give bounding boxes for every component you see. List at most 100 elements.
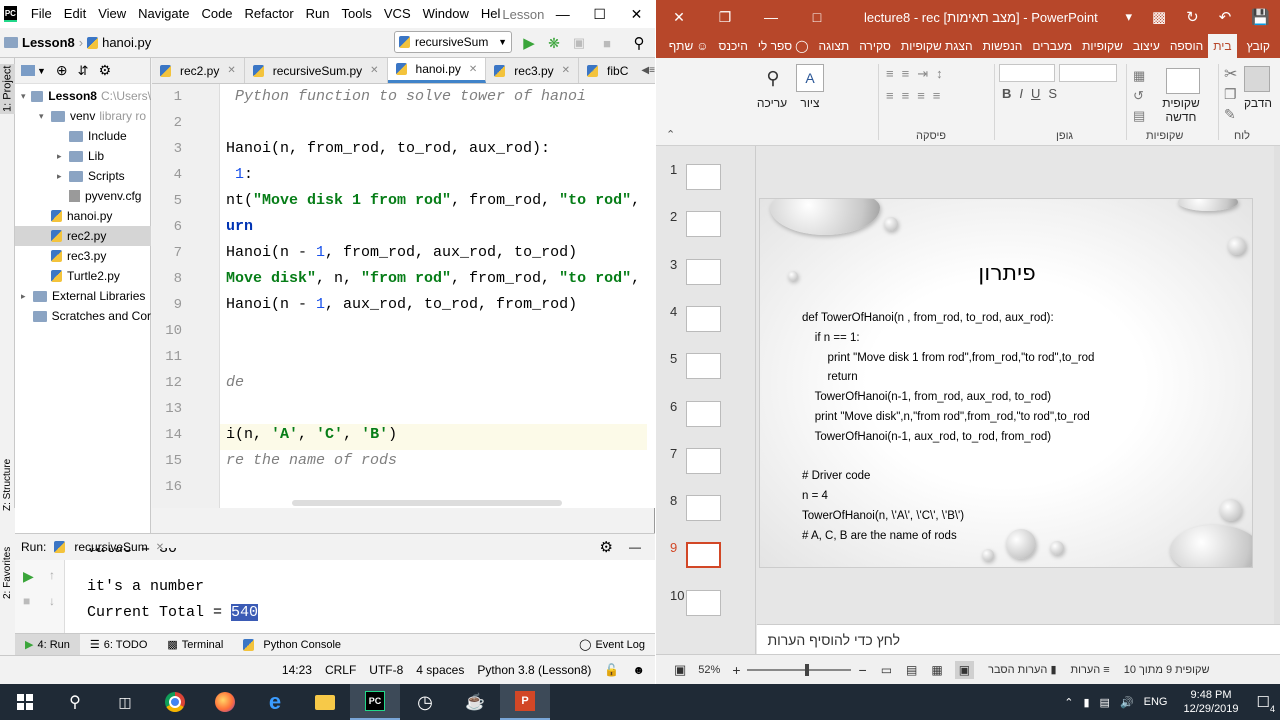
stop-icon[interactable]: ■	[596, 32, 618, 54]
maximize-icon[interactable]: ☐	[581, 0, 618, 28]
slide-thumbnail[interactable]	[686, 447, 721, 474]
save-icon[interactable]: 💾	[1251, 8, 1270, 26]
share-button[interactable]: ☺ שתף	[664, 34, 714, 58]
slide-thumbnail[interactable]	[686, 400, 721, 427]
tree-item[interactable]: ▸ Lib	[15, 146, 151, 166]
list-bullet-icon[interactable]: ≡	[886, 66, 894, 82]
tab-insert[interactable]: הוספה	[1165, 34, 1208, 58]
minimize-icon[interactable]: —	[544, 0, 581, 28]
slide-thumbnail[interactable]	[686, 589, 721, 616]
tab-design[interactable]: עיצוב	[1128, 34, 1165, 58]
drawing-icon[interactable]: A	[796, 64, 824, 92]
slide-thumbnail[interactable]	[686, 164, 721, 190]
collapse-icon[interactable]: ⇵	[78, 63, 89, 79]
task-view-icon[interactable]: ◫	[100, 684, 150, 720]
menu-view[interactable]: View	[92, 0, 132, 28]
collapse-ribbon-icon[interactable]: ⌃	[666, 128, 675, 141]
tree-item[interactable]: hanoi.py	[15, 206, 151, 226]
close-icon[interactable]: ✕	[618, 0, 655, 28]
align-left-icon[interactable]: ≡	[917, 88, 925, 103]
locate-icon[interactable]: ⊕	[56, 62, 68, 79]
font-family-select[interactable]	[999, 64, 1055, 82]
paste-button[interactable]: הדבק	[1240, 96, 1276, 110]
tree-item[interactable]: pyvenv.cfg	[15, 186, 151, 206]
inspector-icon[interactable]: ☻	[632, 663, 645, 677]
pycharm-taskbar-icon[interactable]: PC	[350, 684, 400, 720]
tree-item[interactable]: ▸ External Libraries	[15, 286, 151, 306]
slide-thumbnail[interactable]	[686, 495, 721, 522]
tab-hanoi[interactable]: hanoi.py ✕	[387, 58, 487, 83]
vertical-scrollbar[interactable]	[1274, 146, 1280, 624]
chevron-down-icon[interactable]: ▼	[37, 66, 46, 76]
tab-transitions[interactable]: מעברים	[1027, 34, 1077, 58]
tab-slides[interactable]: שקופיות	[1077, 34, 1128, 58]
notes-pane[interactable]: לחץ כדי להוסיף הערות	[757, 624, 1280, 654]
search-icon[interactable]: ⚲	[628, 32, 650, 54]
edge-icon[interactable]: e	[250, 684, 300, 720]
volume-icon[interactable]: 🔊	[1120, 696, 1134, 709]
status-line-separator[interactable]: CRLF	[325, 663, 356, 677]
tab-home[interactable]: בית	[1208, 34, 1237, 58]
zoom-slider[interactable]	[746, 663, 851, 676]
italic-icon[interactable]: I	[1019, 86, 1023, 101]
status-interpreter[interactable]: Python 3.8 (Lesson8)	[477, 663, 591, 677]
rerun-icon[interactable]: ▶	[23, 568, 34, 585]
expand-arrow-icon[interactable]: ▸	[57, 151, 69, 162]
powerpoint-taskbar-icon[interactable]: P	[500, 684, 550, 720]
chevron-up-icon[interactable]: ⌃	[1064, 696, 1073, 709]
status-caret-position[interactable]: 14:23	[282, 663, 312, 677]
breadcrumb-file[interactable]: hanoi.py	[83, 35, 155, 50]
slide-thumbnail[interactable]	[686, 542, 721, 569]
horizontal-scrollbar[interactable]	[292, 500, 562, 506]
windows-start-icon[interactable]	[0, 684, 50, 720]
tree-item[interactable]: ▾ venv library ro	[15, 106, 151, 126]
clock-app-icon[interactable]: ◷	[400, 684, 450, 720]
action-center-icon[interactable]: ☐ 4	[1257, 693, 1275, 714]
minimize-panel-icon[interactable]: —	[629, 540, 641, 554]
slide-thumbnail[interactable]	[686, 258, 721, 285]
todo-tool-tab[interactable]: ☰ 6: TODO	[80, 634, 157, 656]
drawing-button[interactable]: ציור	[792, 96, 828, 110]
list-number-icon[interactable]: ≡	[902, 66, 910, 82]
zoom-out-icon[interactable]: −	[859, 662, 867, 678]
tab-slideshow[interactable]: הצגת שקופיות	[896, 34, 978, 58]
format-painter-icon[interactable]: ✎	[1224, 106, 1236, 123]
event-log-tool-tab[interactable]: ◯ Event Log	[569, 634, 655, 656]
tree-item[interactable]: Include	[15, 126, 151, 146]
menu-refactor[interactable]: Refactor	[239, 0, 300, 28]
firefox-icon[interactable]	[200, 684, 250, 720]
fit-slide-icon[interactable]: ▣	[674, 662, 686, 678]
layout-icon[interactable]: ▦	[1133, 68, 1145, 84]
line-spacing-icon[interactable]: ↕	[936, 66, 943, 82]
battery-icon[interactable]: ▮	[1083, 696, 1089, 709]
close-icon[interactable]: ✕	[656, 3, 702, 31]
debug-icon[interactable]: ❋	[543, 32, 565, 54]
code-editor[interactable]: 1 2 3 4 5 6 7 8 9 10 11 12 13 14 15 16 Python function …	[152, 84, 655, 508]
sorter-view-icon[interactable]: ▦	[931, 663, 942, 677]
expand-arrow-icon[interactable]: ▾	[39, 111, 51, 122]
menu-code[interactable]: Code	[195, 0, 238, 28]
indent-icon[interactable]: ⇥	[917, 66, 928, 82]
status-indent[interactable]: 4 spaces	[416, 663, 464, 677]
status-encoding[interactable]: UTF-8	[369, 663, 403, 677]
undo-icon[interactable]: ↶	[1219, 8, 1232, 26]
tell-me-box[interactable]: ◯ ספר לי	[753, 34, 814, 58]
close-icon[interactable]: ✕	[370, 65, 378, 76]
run-tool-tab[interactable]: ▶ 4: Run	[15, 633, 80, 656]
restore-icon[interactable]: ❐	[702, 3, 748, 31]
ribbon-display-icon[interactable]: □	[794, 3, 840, 31]
tree-item[interactable]: ▸ Scripts	[15, 166, 151, 186]
lock-icon[interactable]: 🔓	[604, 663, 619, 677]
zoom-level[interactable]: 52%	[698, 664, 720, 676]
menu-window[interactable]: Window	[417, 0, 475, 28]
expand-arrow-icon[interactable]: ▸	[57, 171, 69, 182]
editing-button[interactable]: עריכה	[750, 96, 794, 110]
tab-animations[interactable]: הנפשות	[978, 34, 1028, 58]
justify-icon[interactable]: ≡	[933, 88, 941, 103]
tree-item[interactable]: Turtle2.py	[15, 266, 151, 286]
reset-icon[interactable]: ↺	[1133, 88, 1144, 104]
sign-in-link[interactable]: היכנס	[713, 34, 752, 58]
java-icon[interactable]: ☕	[450, 684, 500, 720]
tab-fibc[interactable]: fibC	[579, 58, 636, 83]
menu-navigate[interactable]: Navigate	[132, 0, 195, 28]
